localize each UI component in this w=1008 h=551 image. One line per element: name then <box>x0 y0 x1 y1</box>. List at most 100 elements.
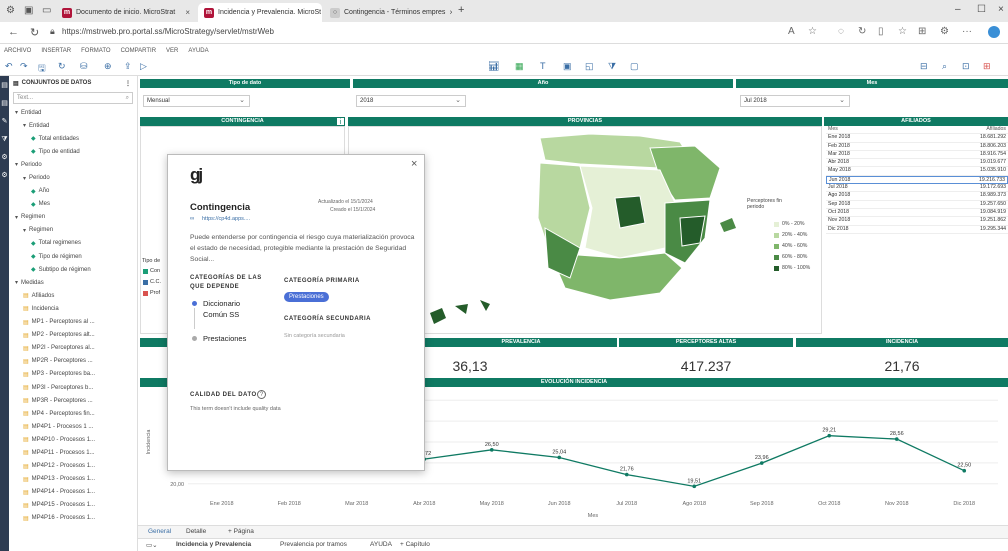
cat-depende-item-2[interactable]: Prestaciones <box>203 334 246 343</box>
page-view-icon[interactable]: ⊡ <box>962 61 970 72</box>
more-options-icon[interactable]: ⋮ <box>125 80 131 87</box>
tree-item[interactable]: ▤ MP4P13 - Procesos 1... <box>9 473 137 486</box>
menu-ver[interactable]: VER <box>166 48 178 54</box>
mes-selector[interactable]: Jul 2018 ⌄ <box>740 95 850 107</box>
back-icon[interactable]: ← <box>8 26 19 38</box>
new-tab-button[interactable]: + <box>458 4 464 16</box>
tree-item[interactable]: ▤ MP4P11 - Procesos 1... <box>9 446 137 459</box>
tree-item[interactable]: ▤ MP1 - Perceptores al ... <box>9 316 137 329</box>
menu-compartir[interactable]: COMPARTIR <box>121 48 156 54</box>
reload-icon[interactable]: ↻ <box>30 26 39 39</box>
tree-item[interactable]: ◆ Total regimenes <box>9 237 137 250</box>
close-window-button[interactable]: × <box>998 4 1004 15</box>
tree-item[interactable]: ▤ MP4P12 - Procesos 1... <box>9 460 137 473</box>
tree-item[interactable]: ▤ MP2 - Perceptores alt... <box>9 329 137 342</box>
tree-item[interactable]: ▤ MP4P14 - Procesos 1... <box>9 486 137 499</box>
add-chapter-button[interactable]: + Capítulo <box>400 541 430 548</box>
tree-item[interactable]: ▤ Incidencia <box>9 302 137 315</box>
table-row[interactable]: Jun 2018 19.216.733 <box>826 175 1008 185</box>
export-icon[interactable]: ⇪ <box>124 61 132 72</box>
shape-icon[interactable]: ◱ <box>585 61 594 72</box>
tipo-dato-selector[interactable]: Mensual ⌄ <box>143 95 250 107</box>
edit-icon[interactable]: ✎ <box>1 118 8 125</box>
refresh-extension-icon[interactable]: ↻ <box>858 26 866 37</box>
table-row[interactable]: Abr 2018 19.019.677 <box>826 159 1008 168</box>
profile-avatar[interactable] <box>988 26 1000 38</box>
format-panel-icon[interactable]: ⚙ <box>1 154 8 161</box>
data-point[interactable] <box>894 437 899 441</box>
filter-icon[interactable]: ⧩ <box>608 61 616 72</box>
tree-item[interactable]: ▾ Periodo <box>9 158 137 171</box>
browser-tab-inicio[interactable]: m Documento de inicio. MicroStrat × <box>56 3 196 22</box>
fullscreen-icon[interactable]: ⊞ <box>983 61 991 72</box>
menu-insertar[interactable]: INSERTAR <box>41 48 71 54</box>
data-icon[interactable]: ⛁ <box>80 61 88 72</box>
tree-item[interactable]: ▾ Entidad <box>9 106 137 119</box>
table-row[interactable]: Jul 2018 19.172.693 <box>826 184 1008 193</box>
tree-item[interactable]: ◆ Tipo de entidad <box>9 145 137 158</box>
data-point[interactable] <box>827 433 832 438</box>
table-row[interactable]: Sep 2018 19.257.650 <box>826 201 1008 209</box>
url-field[interactable]: https://mstrweb.pro.portal.ss/MicroStrat… <box>62 27 274 36</box>
browser-tab-incidencia[interactable]: m Incidencia y Prevalencia. MicroSt × <box>198 3 322 22</box>
tree-item[interactable]: ◆ Mes <box>9 198 137 211</box>
tab-general[interactable]: General <box>148 528 171 535</box>
extension-icon[interactable]: ◌ <box>838 26 844 37</box>
save-icon[interactable]: 🖫︎ <box>38 61 46 77</box>
datasets-panel-icon[interactable]: ▤ <box>1 82 8 89</box>
tree-item[interactable]: ▤ MP4P15 - Procesos 1... <box>9 499 137 512</box>
properties-panel-icon[interactable]: ⚙ <box>1 172 8 179</box>
data-point[interactable] <box>759 461 764 465</box>
read-aloud-icon[interactable]: A <box>788 26 795 37</box>
info-icon[interactable]: i <box>336 117 345 126</box>
tree-item[interactable]: ◆ Subtipo de régimen <box>9 263 137 276</box>
grid-icon[interactable]: ▦ <box>515 61 524 72</box>
tree-item[interactable]: ▤ MP3R - Perceptores ... <box>9 394 137 407</box>
table-row[interactable]: Oct 2018 19.084.919 <box>826 209 1008 218</box>
table-row[interactable]: Dic 2018 19.295.344 <box>826 226 1008 234</box>
cat-primaria-chip[interactable]: Prestaciones <box>284 292 329 302</box>
table-row[interactable]: Mar 2018 18.916.754 <box>826 151 1008 160</box>
map-region-canary[interactable] <box>430 300 490 324</box>
text-icon[interactable]: T <box>540 61 546 71</box>
favorites-icon[interactable]: ☆ <box>898 26 907 37</box>
tree-item[interactable]: ◆ Total entidades <box>9 132 137 145</box>
layout-icon[interactable]: ⊟ <box>920 61 928 72</box>
tree-item[interactable]: ▤ Afiliados <box>9 289 137 302</box>
table-row[interactable]: Feb 2018 18.806.203 <box>826 143 1008 151</box>
tree-item[interactable]: ▤ MP3I - Perceptores b... <box>9 381 137 394</box>
data-point[interactable] <box>489 448 494 452</box>
more-icon[interactable]: ··· <box>962 26 972 37</box>
maximize-button[interactable]: ☐ <box>977 4 986 15</box>
map-region-balearic[interactable] <box>720 218 736 232</box>
browser-tab-actions-icon[interactable]: ▭ <box>42 5 51 16</box>
menu-ayuda[interactable]: AYUDA <box>188 48 208 54</box>
table-row[interactable]: Ene 2018 18.681.292 <box>826 134 1008 143</box>
minimize-button[interactable]: – <box>955 4 961 15</box>
tree-item[interactable]: ▤ MP2I - Perceptores al... <box>9 342 137 355</box>
image-icon[interactable]: ▣ <box>563 61 572 72</box>
tab-prevalencia-tramos[interactable]: Prevalencia por tramos <box>280 541 347 548</box>
data-point[interactable] <box>557 455 562 460</box>
map-region-center-dark[interactable] <box>614 195 646 229</box>
browser-extension-icon[interactable]: ⚙ <box>6 5 15 16</box>
add-data-icon[interactable]: ⊕ <box>104 61 112 72</box>
tree-item[interactable]: ◆ Año <box>9 185 137 198</box>
tree-item[interactable]: ▤ MP4P10 - Procesos 1... <box>9 433 137 446</box>
redo-icon[interactable]: ↷ <box>20 61 28 72</box>
table-row[interactable]: Nov 2018 19.251.862 <box>826 217 1008 226</box>
tree-item[interactable]: ▤ MP4 - Perceptores fin... <box>9 407 137 420</box>
table-row[interactable]: Ago 2018 18.989.373 <box>826 192 1008 201</box>
tree-item[interactable]: ▾ Periodo <box>9 171 137 184</box>
spain-map[interactable] <box>420 128 740 333</box>
cat-depende-item-1[interactable]: Diccionario Común SS <box>203 298 263 320</box>
data-point[interactable] <box>692 484 697 489</box>
tree-item[interactable]: ◆ Tipo de régimen <box>9 250 137 263</box>
tree-item[interactable]: ▾ Regimen <box>9 211 137 224</box>
close-tab-icon[interactable]: × <box>449 8 452 17</box>
data-point[interactable] <box>962 468 967 473</box>
chart-icon[interactable]: 📊︎ <box>488 61 499 72</box>
tree-item[interactable]: ▾ Medidas <box>9 276 137 289</box>
browser-workspaces-icon[interactable]: ▣ <box>24 5 33 16</box>
data-point[interactable] <box>624 472 629 477</box>
